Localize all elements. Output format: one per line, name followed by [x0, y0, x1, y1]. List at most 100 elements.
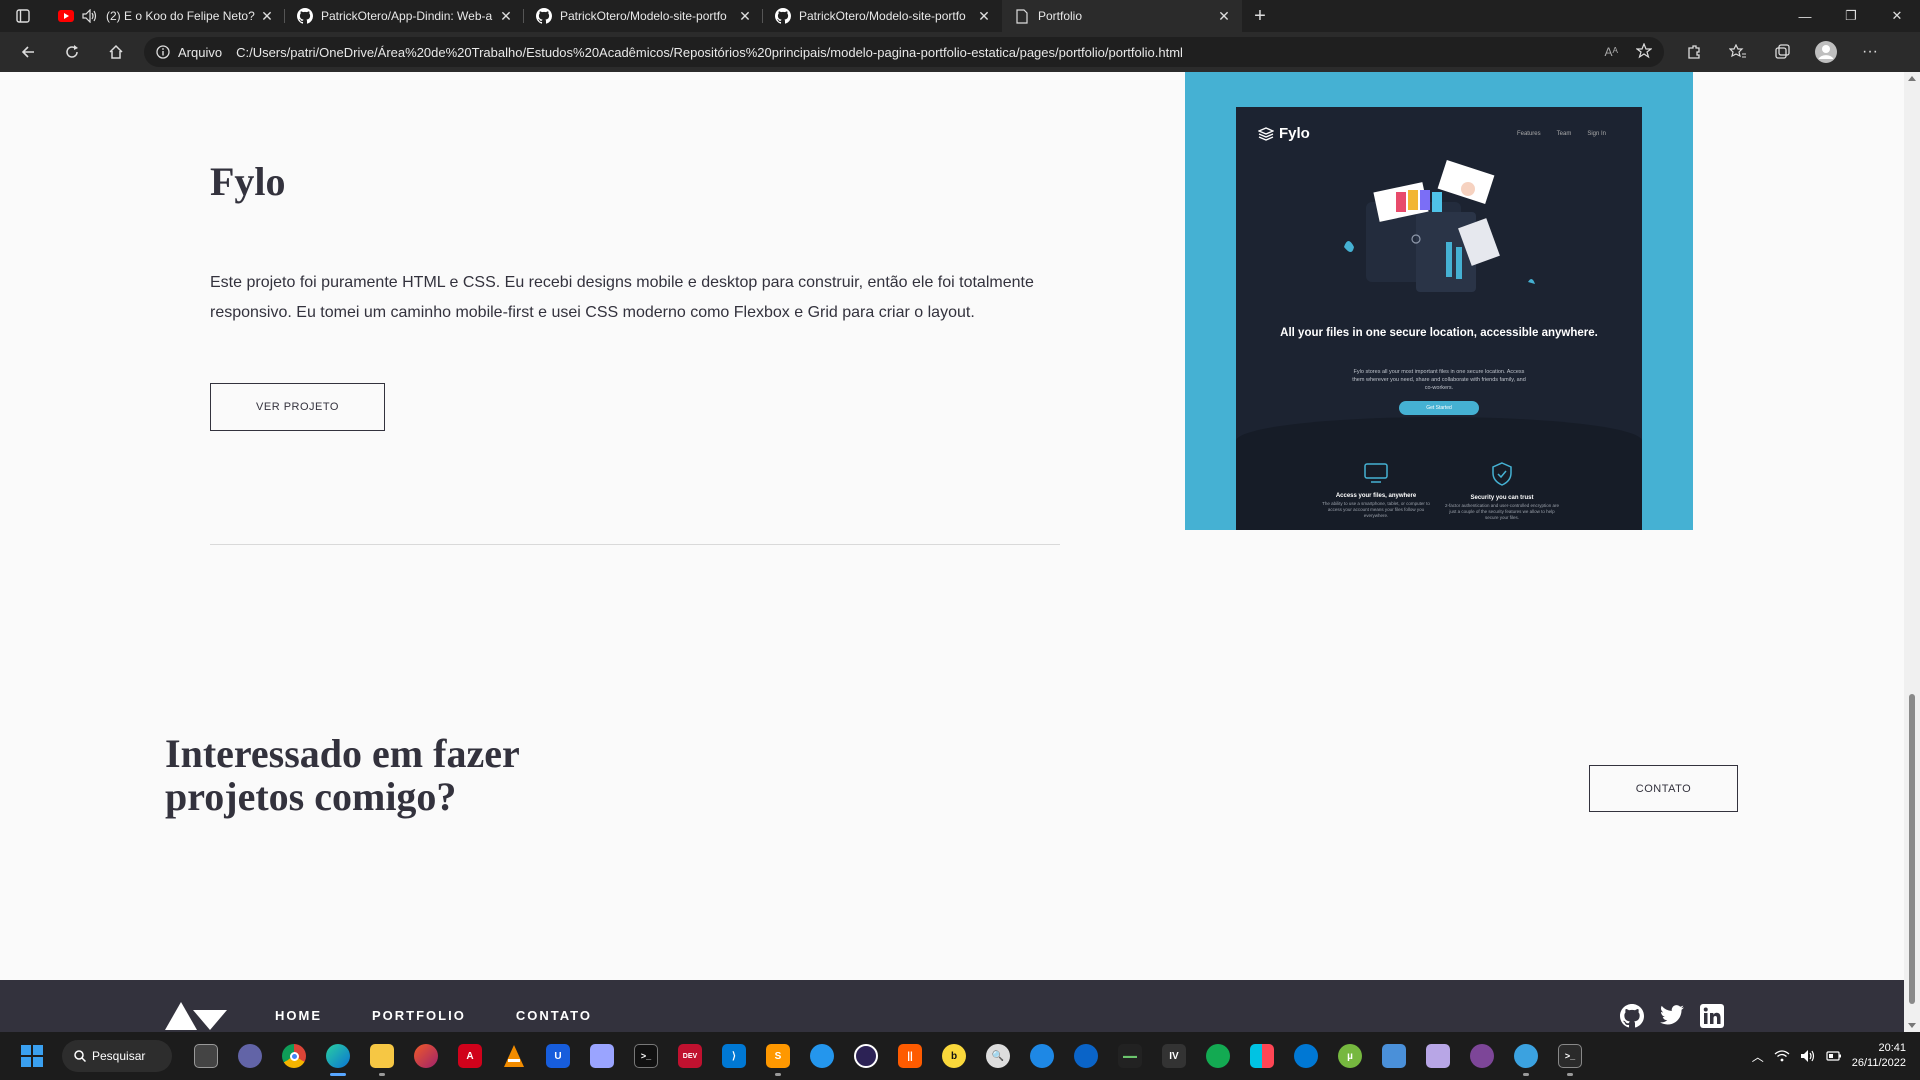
- 3d-viewer-icon[interactable]: [1416, 1034, 1460, 1078]
- clock-time: 20:41: [1878, 1042, 1906, 1054]
- close-tab-icon[interactable]: ✕: [1216, 8, 1232, 25]
- intellij-icon[interactable]: ||: [888, 1034, 932, 1078]
- github-icon[interactable]: [1620, 1004, 1644, 1028]
- scrollbar-thumb[interactable]: [1909, 694, 1915, 1004]
- volume-icon[interactable]: [1800, 1049, 1816, 1063]
- file-explorer-icon[interactable]: [360, 1034, 404, 1078]
- refresh-button[interactable]: [50, 32, 94, 72]
- taskbar-clock[interactable]: 20:41 26/11/2022: [1852, 1041, 1906, 1071]
- close-tab-icon[interactable]: ✕: [737, 8, 753, 25]
- collections-icon[interactable]: [1760, 32, 1804, 72]
- new-tab-button[interactable]: +: [1242, 0, 1278, 32]
- twitter-icon[interactable]: [1660, 1004, 1684, 1026]
- utorrent-icon[interactable]: µ: [1328, 1034, 1372, 1078]
- restore-icon[interactable]: ❐: [1828, 0, 1874, 32]
- github-icon: [536, 8, 552, 24]
- preview-feature-title: Security you can trust: [1470, 495, 1534, 501]
- project-description: Este projeto foi puramente HTML e CSS. E…: [210, 274, 1034, 321]
- site-info-label: Arquivo: [178, 44, 223, 60]
- footer-nav-home[interactable]: HOME: [275, 1008, 322, 1023]
- mongodb-compass-icon[interactable]: ▬▬: [1108, 1034, 1152, 1078]
- beekeeper-icon[interactable]: b: [932, 1034, 976, 1078]
- home-button[interactable]: [94, 32, 138, 72]
- tab-title: (2) E o Koo do Felipe Neto?: [106, 9, 255, 23]
- start-button[interactable]: [10, 1034, 54, 1078]
- view-project-button[interactable]: VER PROJETO: [210, 383, 385, 431]
- tray-overflow-icon[interactable]: ︿: [1752, 1048, 1764, 1065]
- teams-chat-icon[interactable]: [228, 1034, 272, 1078]
- address-bar[interactable]: Arquivo C:/Users/patri/OneDrive/Área%20d…: [144, 37, 1664, 67]
- notepad-icon[interactable]: [580, 1034, 624, 1078]
- wifi-icon[interactable]: [1774, 1050, 1790, 1062]
- mongodb-icon[interactable]: [1196, 1034, 1240, 1078]
- footer-nav-portfolio[interactable]: PORTFOLIO: [372, 1008, 466, 1023]
- scroll-down-icon[interactable]: [1908, 1023, 1916, 1028]
- powershell-icon[interactable]: >_: [1548, 1034, 1592, 1078]
- insomnia-icon[interactable]: IV: [1152, 1034, 1196, 1078]
- fylo-logo: Fylo: [1258, 125, 1310, 142]
- close-tab-icon[interactable]: ✕: [498, 8, 514, 25]
- tab-title: Portfolio: [1038, 9, 1083, 23]
- docker-icon[interactable]: [800, 1034, 844, 1078]
- task-view-icon[interactable]: [184, 1034, 228, 1078]
- edge-dev-icon[interactable]: [1020, 1034, 1064, 1078]
- browser-tab[interactable]: (2) E o Koo do Felipe Neto? ✕: [46, 0, 285, 32]
- extensions-icon[interactable]: [1672, 32, 1716, 72]
- terminal-icon[interactable]: >_: [624, 1034, 668, 1078]
- preview-nav: Features Team Sign In: [1517, 131, 1606, 137]
- battery-icon[interactable]: [1826, 1050, 1842, 1062]
- close-tab-icon[interactable]: ✕: [976, 8, 992, 25]
- cta-heading: Interessado em fazer projetos comigo?: [165, 731, 519, 819]
- search-tool-icon[interactable]: 🔍: [976, 1034, 1020, 1078]
- network-tool-icon[interactable]: [1064, 1034, 1108, 1078]
- project-preview-image[interactable]: Fylo Features Team Sign In All your file…: [1236, 107, 1642, 530]
- git-client-icon[interactable]: [404, 1034, 448, 1078]
- browser-tab[interactable]: PatrickOtero/Modelo-site-portfo ✕: [763, 0, 1002, 32]
- tor-browser-icon[interactable]: [1460, 1034, 1504, 1078]
- close-window-icon[interactable]: ✕: [1874, 0, 1920, 32]
- vscode-icon[interactable]: ⟩: [712, 1034, 756, 1078]
- azure-data-studio-icon[interactable]: [1284, 1034, 1328, 1078]
- nintendo-switch-icon[interactable]: [1240, 1034, 1284, 1078]
- fylo-logo-icon: [1258, 126, 1274, 141]
- image-viewer-icon[interactable]: [1372, 1034, 1416, 1078]
- minimize-icon[interactable]: —: [1782, 0, 1828, 32]
- scroll-up-icon[interactable]: [1908, 76, 1916, 81]
- browser-tab[interactable]: PatrickOtero/App-Dindin: Web-a ✕: [285, 0, 524, 32]
- close-tab-icon[interactable]: ✕: [259, 8, 275, 25]
- add-favorite-icon[interactable]: [1635, 41, 1653, 62]
- preview-feature-title: Access your files, anywhere: [1335, 493, 1417, 499]
- profile-avatar[interactable]: [1804, 32, 1848, 72]
- devcpp-icon[interactable]: DEV: [668, 1034, 712, 1078]
- favorites-icon[interactable]: [1716, 32, 1760, 72]
- chrome-icon[interactable]: [272, 1034, 316, 1078]
- sublime-icon[interactable]: S: [756, 1034, 800, 1078]
- browser-toolbar: Arquivo C:/Users/patri/OneDrive/Área%20d…: [0, 32, 1920, 72]
- url-text[interactable]: C:/Users/patri/OneDrive/Área%20de%20Trab…: [236, 45, 1604, 60]
- tab-actions-button[interactable]: [0, 0, 46, 32]
- more-options-icon[interactable]: ···: [1848, 32, 1892, 72]
- pdf-reader-icon[interactable]: A: [448, 1034, 492, 1078]
- taskbar-search[interactable]: Pesquisar: [62, 1040, 172, 1072]
- site-logo-icon[interactable]: [165, 1002, 227, 1030]
- earth-icon[interactable]: [1504, 1034, 1548, 1078]
- tab-title: PatrickOtero/App-Dindin: Web-a: [321, 9, 493, 23]
- info-icon: [156, 45, 170, 59]
- page-scrollbar[interactable]: [1904, 72, 1920, 1032]
- linkedin-icon[interactable]: [1700, 1004, 1724, 1028]
- browser-tab[interactable]: PatrickOtero/Modelo-site-portfo ✕: [524, 0, 763, 32]
- eclipse-icon[interactable]: [844, 1034, 888, 1078]
- bitwarden-icon[interactable]: U: [536, 1034, 580, 1078]
- contact-button[interactable]: CONTATO: [1589, 765, 1738, 812]
- read-aloud-icon[interactable]: Aᴬ: [1605, 45, 1618, 59]
- footer-nav-contato[interactable]: CONTATO: [516, 1008, 592, 1023]
- edge-icon[interactable]: [316, 1034, 360, 1078]
- back-button[interactable]: [6, 32, 50, 72]
- site-info-button[interactable]: Arquivo: [156, 45, 236, 60]
- preview-feature: Access your files, anywhere The ability …: [1316, 462, 1436, 519]
- search-icon: [74, 1050, 86, 1062]
- tab-actions-icon: [16, 9, 30, 23]
- browser-tab-active[interactable]: Portfolio ✕: [1002, 0, 1242, 32]
- vlc-icon[interactable]: [492, 1034, 536, 1078]
- speaker-icon[interactable]: [82, 8, 98, 24]
